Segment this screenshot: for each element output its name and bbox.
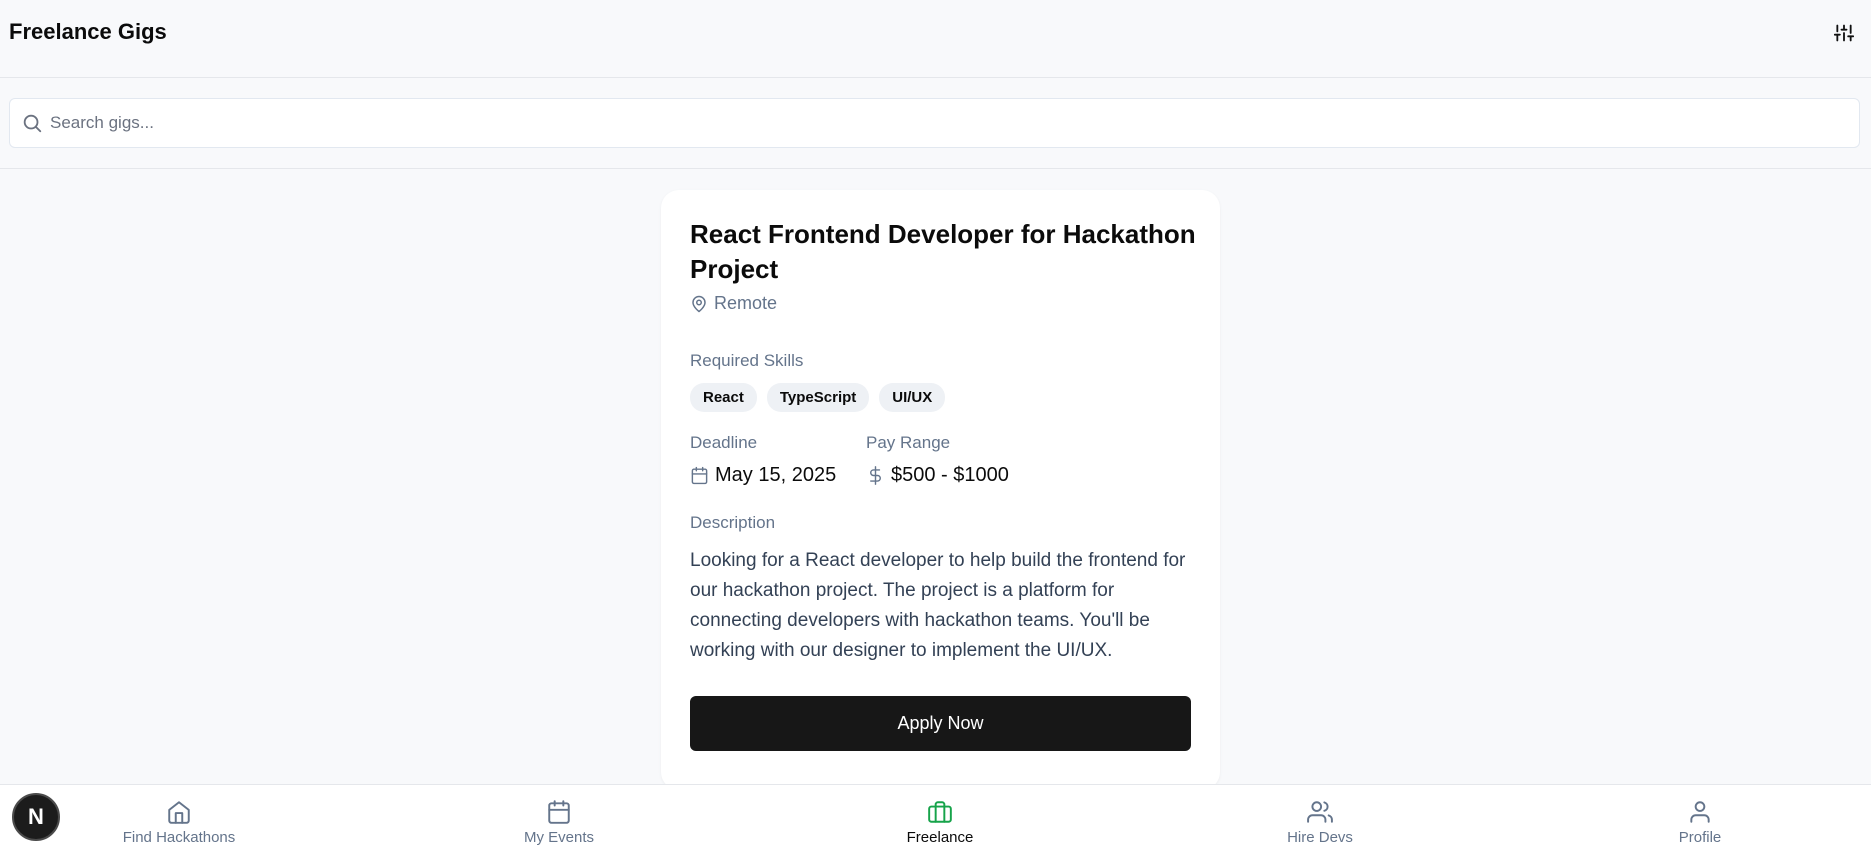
page-title: Freelance Gigs [9, 19, 167, 44]
deadline-label: Deadline [690, 433, 758, 452]
nav-label: My Events [523, 829, 595, 846]
nav-label: Find Hackathons [122, 829, 236, 846]
dollar-icon [870, 466, 881, 485]
map-pin-icon [692, 295, 706, 312]
skill-badge: TypeScript [766, 383, 870, 412]
search-box[interactable] [9, 98, 1860, 148]
skills-list: React TypeScript UI/UX [690, 383, 946, 412]
gig-description: Looking for a React developer to help bu… [690, 550, 1186, 661]
briefcase-icon [928, 801, 952, 823]
location-text: Remote [714, 293, 778, 313]
search-input[interactable] [50, 99, 1850, 147]
user-icon [1690, 801, 1710, 823]
home-icon [168, 801, 190, 824]
nav-label: Freelance [906, 829, 974, 846]
skill-badge: React [690, 383, 757, 412]
pay-value-row: $500 - $1000 [866, 464, 1009, 487]
gig-card: React Frontend Developer for Hackathon P… [661, 190, 1220, 790]
app-header: Freelance Gigs [0, 0, 1871, 78]
nav-label: Hire Devs [1287, 829, 1353, 846]
nav-hire-devs[interactable]: Hire Devs [1240, 799, 1400, 846]
gig-title: React Frontend Developer for Hackathon P… [690, 219, 1196, 284]
bottom-nav: Find Hackathons My Events Freelance Hire… [0, 784, 1871, 857]
skill-badge: UI/UX [879, 383, 946, 412]
nav-freelance[interactable]: Freelance [860, 799, 1020, 846]
pay-section: Pay Range $500 - $1000 [866, 433, 1009, 487]
gig-location: Remote [690, 293, 777, 314]
deadline-section: Deadline May 15, 2025 [690, 433, 836, 487]
sliders-icon [1834, 24, 1854, 42]
search-bar-container [0, 78, 1871, 169]
nav-my-events[interactable]: My Events [479, 799, 639, 846]
description-label: Description [690, 513, 776, 532]
avatar[interactable]: N [12, 793, 60, 841]
users-icon [1307, 801, 1333, 823]
calendar-icon [691, 466, 708, 485]
nav-find-hackathons[interactable]: Find Hackathons [99, 799, 259, 846]
filter-button[interactable] [1830, 20, 1858, 46]
skills-label: Required Skills [690, 351, 804, 370]
deadline-value-row: May 15, 2025 [690, 464, 836, 487]
deadline-value: May 15, 2025 [715, 464, 837, 486]
calendar-icon [548, 800, 570, 824]
pay-value: $500 - $1000 [891, 464, 1009, 486]
nav-label: Profile [1678, 829, 1722, 846]
apply-now-button[interactable]: Apply Now [690, 696, 1191, 751]
pay-label: Pay Range [866, 433, 951, 452]
nav-profile[interactable]: Profile [1620, 799, 1780, 846]
search-icon [23, 114, 42, 133]
